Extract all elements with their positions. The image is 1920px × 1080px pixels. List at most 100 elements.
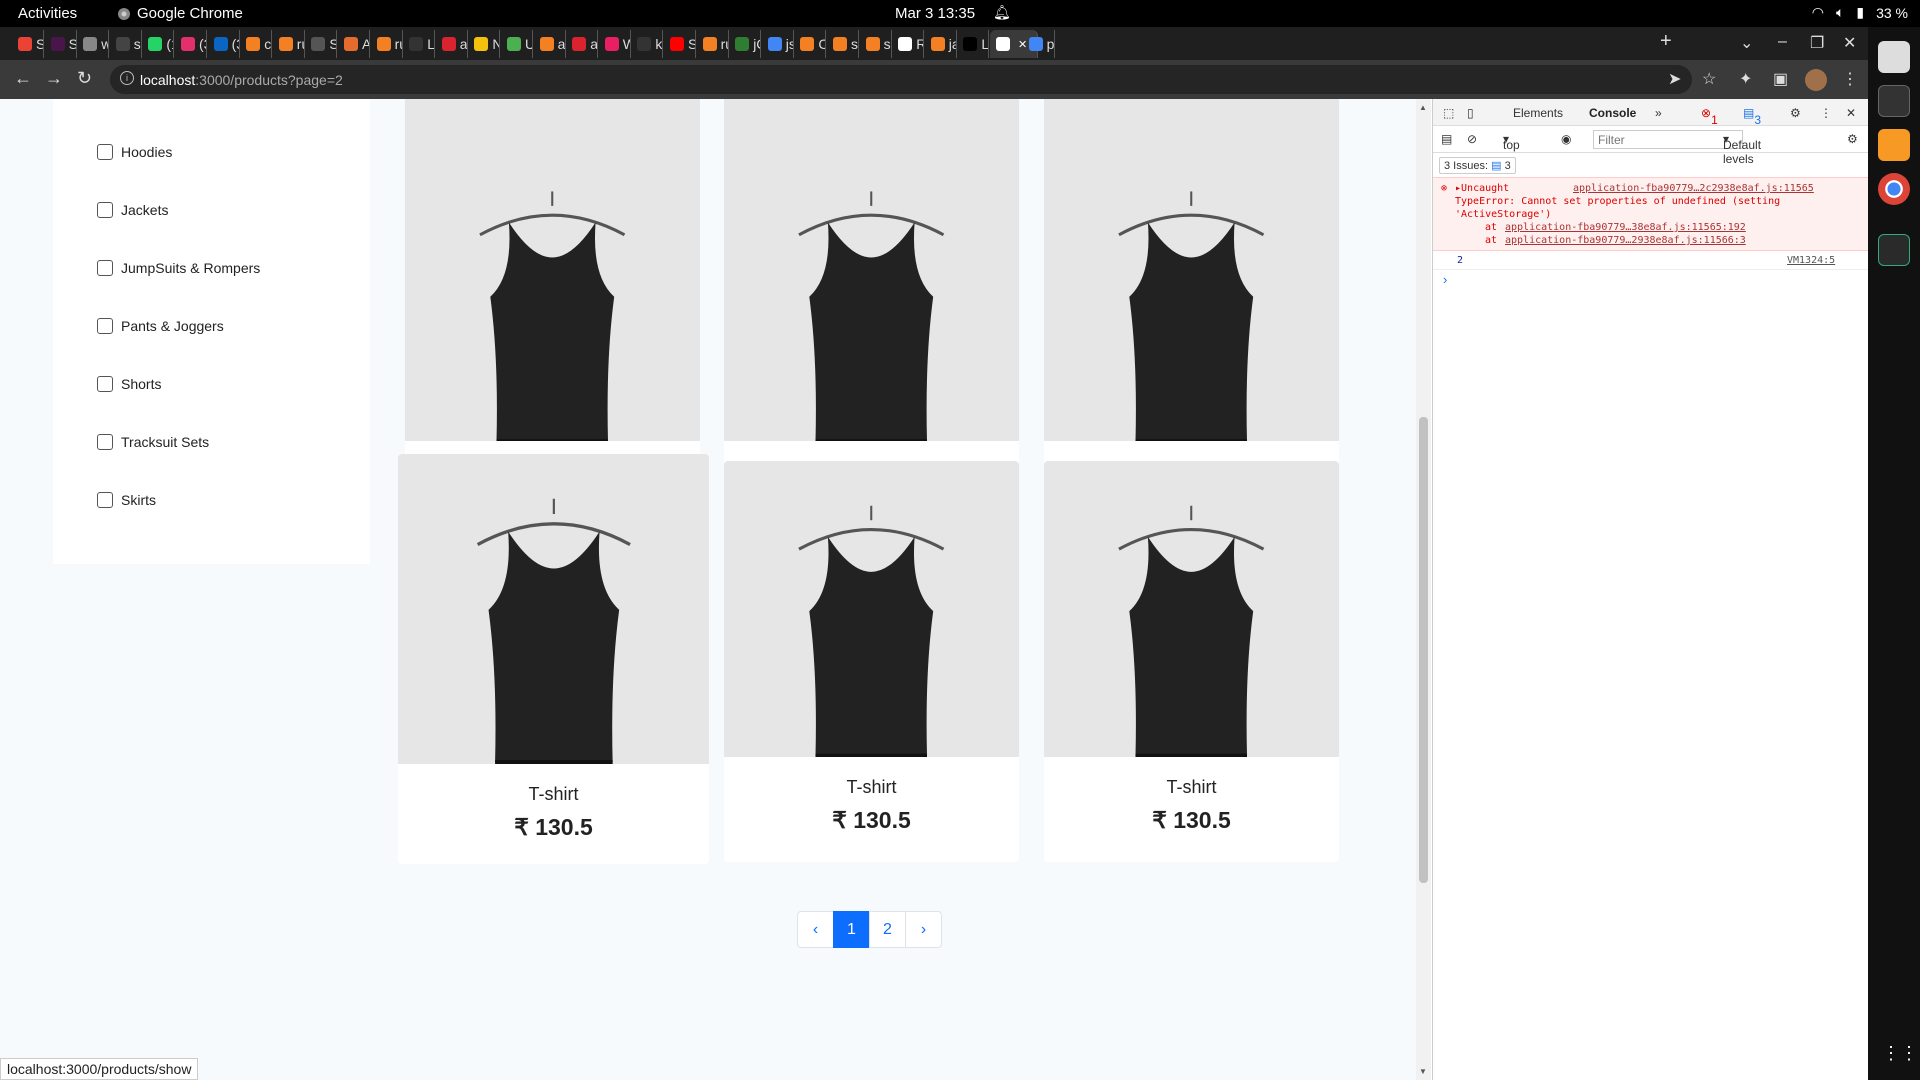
minimize-icon[interactable]: – [1778, 33, 1787, 51]
category-filter[interactable]: JumpSuits & Rompers [97, 260, 260, 276]
browser-tab[interactable]: W [599, 30, 631, 58]
browser-tab[interactable]: si [860, 30, 892, 58]
browser-tab[interactable]: (3 [175, 30, 207, 58]
files-icon[interactable] [1878, 41, 1910, 73]
more-tabs-icon[interactable]: » [1655, 106, 1662, 120]
category-checkbox[interactable] [97, 144, 113, 160]
browser-tab[interactable]: U [501, 30, 533, 58]
activities-button[interactable]: Activities [18, 5, 77, 22]
sidebar-toggle-icon[interactable]: ▤ [1441, 132, 1452, 146]
browser-tab[interactable]: ru [697, 30, 729, 58]
product-image[interactable] [398, 454, 709, 764]
scroll-up-icon[interactable]: ▲ [1419, 103, 1427, 112]
send-icon[interactable]: ➤ [1668, 69, 1681, 89]
browser-tab[interactable]: ja [925, 30, 957, 58]
trash-icon[interactable] [1878, 234, 1910, 266]
browser-tab[interactable]: R [892, 30, 925, 58]
scrollbar-thumb[interactable] [1419, 417, 1428, 883]
product-card[interactable]: T-shirt ₹ 130.5 [724, 461, 1019, 862]
console-prompt[interactable]: › [1443, 272, 1447, 287]
context-select[interactable]: top ▾ [1503, 132, 1520, 152]
restore-icon[interactable]: ❐ [1810, 33, 1824, 53]
browser-tab[interactable]: w [77, 30, 110, 58]
browser-tab[interactable]: si [827, 30, 859, 58]
category-checkbox[interactable] [97, 434, 113, 450]
category-filter[interactable]: Shorts [97, 376, 161, 392]
console-filter-input[interactable] [1593, 130, 1743, 149]
devtools-menu-icon[interactable]: ⋮ [1820, 106, 1832, 120]
browser-tab[interactable]: ac [436, 30, 468, 58]
browser-tab[interactable]: ss [110, 30, 142, 58]
browser-tab[interactable]: ac [566, 30, 599, 58]
category-checkbox[interactable] [97, 376, 113, 392]
app-grid-icon[interactable]: ⋮⋮⋮ [1882, 1043, 1920, 1064]
devtools-close-icon[interactable]: ✕ [1846, 106, 1856, 120]
site-info-icon[interactable]: i [120, 71, 134, 85]
back-icon[interactable]: ← [14, 68, 32, 89]
inspect-icon[interactable]: ⬚ [1443, 106, 1454, 120]
product-image[interactable] [1044, 461, 1339, 757]
browser-tab[interactable]: js [762, 30, 794, 58]
forward-icon[interactable]: → [45, 68, 63, 89]
browser-tab[interactable]: Se [12, 30, 44, 58]
browser-tab[interactable]: Li [403, 30, 436, 58]
extensions-icon[interactable]: ✦ [1739, 69, 1752, 89]
tab-search-icon[interactable]: ⌄ [1740, 33, 1753, 53]
sublime-text-icon[interactable] [1878, 129, 1910, 161]
category-checkbox[interactable] [97, 260, 113, 276]
browser-tab[interactable]: p [1023, 30, 1055, 58]
browser-tab[interactable]: A [338, 30, 370, 58]
message-count-badge[interactable]: ▤ 3 [1743, 106, 1761, 127]
browser-tab[interactable]: ru [273, 30, 305, 58]
clear-console-icon[interactable]: ⊘ [1467, 132, 1477, 146]
stack-frame-link-2[interactable]: application-fba90779…2938e8af.js:11566:3 [1505, 235, 1746, 246]
profile-avatar[interactable] [1805, 69, 1827, 91]
product-image[interactable] [724, 461, 1019, 757]
bookmark-star-icon[interactable]: ☆ [1702, 69, 1716, 89]
category-filter[interactable]: Jackets [97, 202, 168, 218]
live-expression-eye-icon[interactable]: ◉ [1561, 132, 1571, 146]
browser-tab[interactable]: cs [240, 30, 273, 58]
category-filter[interactable]: Tracksuit Sets [97, 434, 209, 450]
category-checkbox[interactable] [97, 318, 113, 334]
product-card[interactable]: T-shirt ₹ 130.5 [1044, 461, 1339, 862]
error-source-link[interactable]: application-fba90779…2c2938e8af.js:11565 [1573, 183, 1814, 194]
page-2-button[interactable]: 2 [869, 911, 906, 948]
reload-icon[interactable]: ↻ [77, 68, 92, 89]
terminal-icon[interactable] [1878, 85, 1910, 117]
browser-tab[interactable]: jC [729, 30, 762, 58]
close-window-icon[interactable]: ✕ [1843, 33, 1856, 53]
tab-elements[interactable]: Elements [1513, 106, 1563, 120]
browser-tab[interactable]: (3 [208, 30, 240, 58]
page-scrollbar[interactable]: ▲ ▼ [1416, 99, 1431, 1080]
stack-frame-link-1[interactable]: application-fba90779…38e8af.js:11565:192 [1505, 222, 1746, 233]
category-filter[interactable]: Pants & Joggers [97, 318, 224, 334]
page-1-button[interactable]: 1 [833, 911, 870, 948]
error-count-badge[interactable]: ⊗ 1 [1701, 106, 1718, 127]
product-card[interactable]: T-shirt ₹ 130.5 [398, 454, 709, 864]
device-toggle-icon[interactable]: ▯ [1467, 106, 1474, 120]
side-panel-icon[interactable]: ▣ [1773, 69, 1788, 89]
category-filter[interactable]: Skirts [97, 492, 156, 508]
browser-tab[interactable]: ru [371, 30, 403, 58]
browser-tab[interactable]: Sc [305, 30, 338, 58]
active-app-indicator[interactable]: Google Chrome [117, 5, 243, 22]
browser-tab[interactable]: as [534, 30, 566, 58]
log-levels-select[interactable]: Default levels ▾ [1723, 132, 1761, 166]
log-source-link[interactable]: VM1324:5 [1787, 255, 1835, 266]
browser-tab[interactable]: Sc [664, 30, 696, 58]
browser-tab[interactable]: kc [631, 30, 664, 58]
product-image[interactable] [724, 99, 1019, 441]
error-expand-toggle[interactable]: ▸Uncaught [1455, 183, 1509, 194]
browser-tab[interactable]: Lc [957, 30, 990, 58]
console-settings-icon[interactable]: ⚙ [1847, 132, 1858, 146]
prev-page-button[interactable]: ‹ [797, 911, 834, 948]
new-tab-button[interactable]: + [1660, 30, 1672, 53]
browser-tab[interactable]: Cl [794, 30, 827, 58]
menu-icon[interactable]: ⋮ [1842, 69, 1858, 89]
next-page-button[interactable]: › [905, 911, 942, 948]
product-image[interactable] [1044, 99, 1339, 441]
browser-tab[interactable]: (1 [142, 30, 175, 58]
browser-tab[interactable]: N [468, 30, 501, 58]
clock[interactable]: Mar 3 13:35 [895, 5, 975, 22]
